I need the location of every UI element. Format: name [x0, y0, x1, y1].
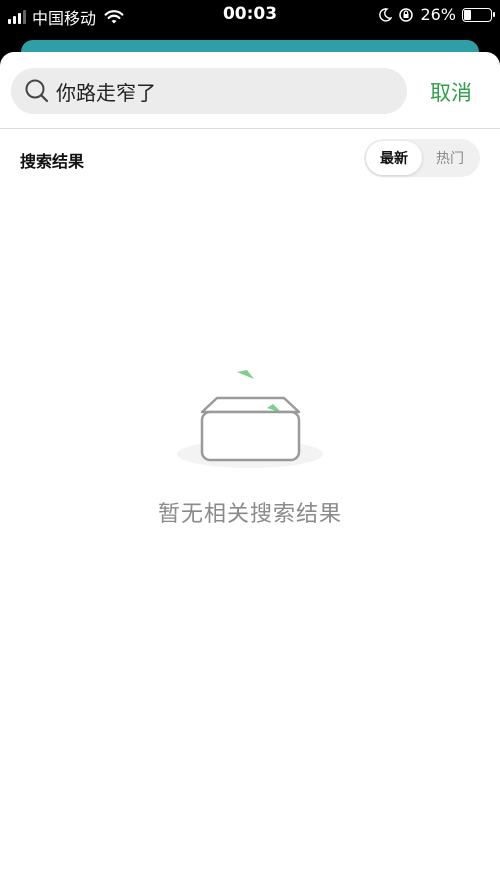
cancel-button[interactable]: 取消 — [430, 77, 472, 107]
status-bar: 中国移动 00:03 26% — [0, 0, 500, 30]
search-row: 你路走窄了 取消 — [0, 52, 500, 128]
empty-state-message: 暂无相关搜索结果 — [157, 502, 342, 527]
search-sheet: 你路走窄了 取消 搜索结果 最新 热门 暂无相关搜索结果 — [0, 52, 500, 889]
sort-toggle: 最新 热门 — [364, 139, 480, 177]
divider — [0, 128, 500, 129]
search-query-text: 你路走窄了 — [56, 80, 156, 105]
battery-percent: 26% — [420, 5, 456, 24]
sort-option-hot[interactable]: 热门 — [422, 141, 478, 175]
moon-icon — [379, 7, 393, 22]
search-icon — [25, 79, 49, 103]
search-input[interactable]: 你路走窄了 — [11, 68, 407, 114]
empty-state: 暂无相关搜索结果 — [0, 362, 500, 542]
status-right: 26% — [378, 5, 495, 24]
orientation-lock-icon — [399, 7, 414, 22]
empty-box-icon — [177, 370, 323, 468]
results-title: 搜索结果 — [20, 152, 85, 171]
sort-option-latest[interactable]: 最新 — [366, 141, 422, 175]
battery-icon — [462, 7, 495, 22]
battery-fill — [464, 9, 471, 20]
results-header: 搜索结果 最新 热门 — [0, 138, 500, 178]
